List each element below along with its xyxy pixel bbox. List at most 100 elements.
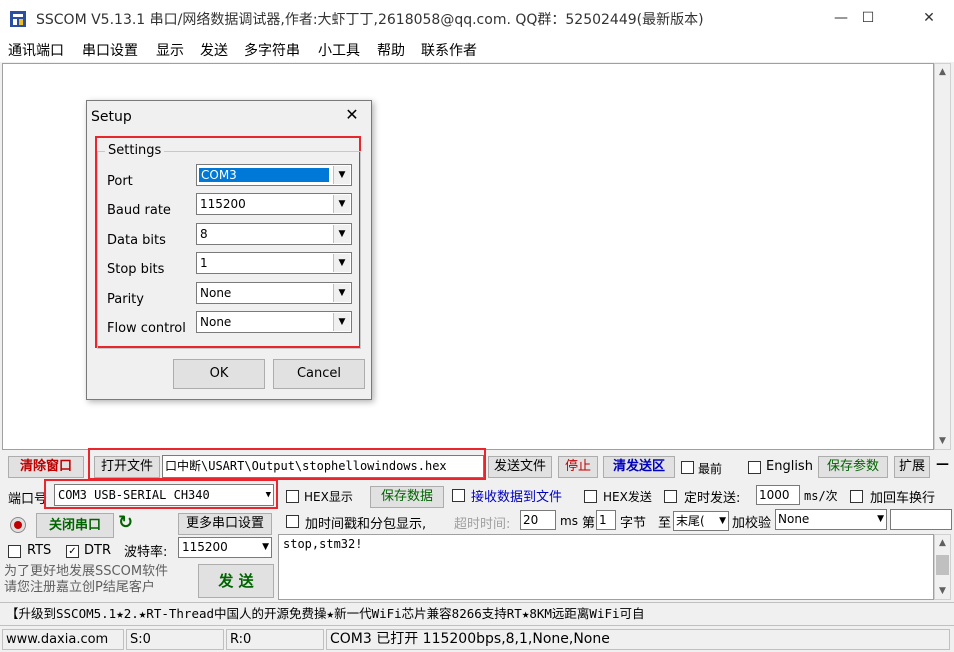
parity-select[interactable]: None ▼ — [196, 282, 352, 304]
baud-value: 115200 — [182, 540, 228, 554]
timed-send-label: 定时发送: — [684, 491, 741, 506]
setup-dialog: Setup ✕ Settings Port COM3 ▼ Baud rate 1… — [86, 100, 372, 400]
port-value: COM3 — [199, 168, 329, 182]
receive-scrollbar[interactable]: ▲ ▼ — [934, 63, 951, 450]
stop-bits-label: Stop bits — [107, 262, 165, 277]
send-text-area[interactable]: stop,stm32! — [278, 534, 934, 600]
menu-display[interactable]: 显示 — [156, 40, 184, 60]
recv-to-file-label: 接收数据到文件 — [471, 490, 563, 505]
scroll-up-icon[interactable]: ▲ — [935, 64, 950, 80]
parity-label: Parity — [107, 292, 144, 307]
send-file-button[interactable]: 发送文件 — [488, 456, 552, 478]
send-scrollbar[interactable]: ▲ ▼ — [934, 534, 951, 600]
topmost-label: 最前 — [698, 462, 723, 476]
scroll-thumb[interactable] — [936, 555, 949, 575]
file-path-input[interactable]: 口中断\USART\Output\stophellowindows.hex — [162, 455, 484, 478]
scroll-down-icon[interactable]: ▼ — [935, 433, 950, 449]
collapse-button[interactable]: — — [936, 457, 949, 472]
menu-contact[interactable]: 联系作者 — [421, 40, 477, 60]
menu-multi-string[interactable]: 多字符串 — [244, 40, 300, 60]
port-number-label: 端口号 — [8, 492, 48, 507]
chevron-down-icon: ▼ — [262, 542, 269, 552]
data-bits-value: 8 — [200, 227, 208, 241]
timestamp-label: 加时间戳和分包显示, — [305, 517, 427, 532]
end-value: 末尾( — [676, 514, 705, 528]
dtr-label: DTR — [84, 543, 111, 558]
window-title: SSCOM V5.13.1 串口/网络数据调试器,作者:大虾丁丁,2618058… — [36, 12, 704, 28]
nth-label: 第 — [582, 516, 596, 531]
timestamp-checkbox[interactable] — [286, 515, 299, 528]
menu-comm-port[interactable]: 通讯端口 — [8, 40, 64, 60]
chevron-down-icon: ▼ — [333, 313, 350, 331]
check-icon: ✓ — [68, 546, 77, 557]
status-bar: www.daxia.com S:0 R:0 COM3 已打开 115200bps… — [0, 627, 954, 652]
save-data-button[interactable]: 保存数据 — [370, 486, 444, 508]
news-ticker[interactable]: 【升级到SSCOM5.1★2.★RT-Thread中国人的开源免费操★新一代Wi… — [0, 602, 954, 626]
menu-send[interactable]: 发送 — [200, 40, 228, 60]
status-url[interactable]: www.daxia.com — [2, 629, 124, 650]
close-port-button[interactable]: 关闭串口 — [36, 513, 114, 538]
cancel-button[interactable]: Cancel — [273, 359, 365, 389]
port-status-icon — [10, 517, 26, 533]
open-file-button[interactable]: 打开文件 — [94, 456, 160, 478]
clear-send-button[interactable]: 清发送区 — [603, 456, 675, 478]
stop-bits-select[interactable]: 1 ▼ — [196, 252, 352, 274]
menu-help[interactable]: 帮助 — [377, 40, 405, 60]
checksum-value: None — [778, 512, 810, 526]
data-bits-label: Data bits — [107, 233, 166, 248]
ok-button[interactable]: OK — [173, 359, 265, 389]
stop-button[interactable]: 停止 — [558, 456, 598, 478]
add-crlf-label: 加回车换行 — [870, 491, 936, 506]
rts-checkbox[interactable] — [8, 545, 21, 558]
baud-rate-select[interactable]: 115200 ▼ — [196, 193, 352, 215]
recv-to-file-checkbox[interactable] — [452, 489, 465, 502]
to-label: 至 — [658, 516, 672, 531]
flow-control-select[interactable]: None ▼ — [196, 311, 352, 333]
chevron-down-icon: ▼ — [333, 284, 350, 302]
hex-display-checkbox[interactable] — [286, 490, 299, 503]
add-crlf-checkbox[interactable] — [850, 490, 863, 503]
hex-display-label: HEX显示 — [304, 490, 353, 504]
dtr-checkbox[interactable]: ✓ — [66, 545, 79, 558]
chevron-down-icon: ▼ — [877, 514, 884, 524]
baud-rate-value: 115200 — [200, 197, 246, 211]
maximize-button[interactable]: ☐ — [845, 0, 891, 36]
hex-send-label: HEX发送 — [603, 490, 652, 504]
interval-input[interactable]: 1000 — [756, 485, 800, 505]
timeout-unit: ms — [560, 514, 578, 528]
rts-label: RTS — [27, 543, 52, 558]
checksum-select[interactable]: None ▼ — [775, 509, 887, 530]
port-number-value: COM3 USB-SERIAL CH340 — [58, 488, 210, 502]
flow-control-label: Flow control — [107, 321, 186, 336]
status-received: R:0 — [226, 629, 324, 650]
baud-select[interactable]: 115200 ▼ — [178, 537, 272, 558]
port-number-select[interactable]: COM3 USB-SERIAL CH340 ▼ — [54, 484, 274, 506]
data-bits-select[interactable]: 8 ▼ — [196, 223, 352, 245]
english-checkbox[interactable] — [748, 461, 761, 474]
flow-control-value: None — [200, 315, 232, 329]
expand-button[interactable]: 扩展 — [894, 456, 930, 478]
timed-send-checkbox[interactable] — [664, 490, 677, 503]
menu-tools[interactable]: 小工具 — [318, 40, 360, 60]
clear-window-button[interactable]: 清除窗口 — [8, 456, 84, 478]
group-label: Settings — [105, 143, 165, 158]
app-icon — [10, 11, 26, 27]
close-button[interactable]: ✕ — [906, 0, 952, 36]
topmost-checkbox[interactable] — [681, 461, 694, 474]
refresh-icon[interactable]: ↻ — [118, 512, 133, 533]
end-select[interactable]: 末尾( ▼ — [673, 511, 729, 531]
checksum-output — [890, 509, 952, 530]
hex-send-checkbox[interactable] — [584, 490, 597, 503]
timeout-input[interactable]: 20 — [520, 510, 556, 530]
byte-index-input[interactable]: 1 — [596, 510, 616, 530]
port-label: Port — [107, 174, 133, 189]
scroll-down-icon[interactable]: ▼ — [935, 583, 950, 599]
send-button[interactable]: 发 送 — [198, 564, 274, 598]
save-params-button[interactable]: 保存参数 — [818, 456, 888, 478]
more-settings-button[interactable]: 更多串口设置 — [178, 513, 272, 535]
chevron-down-icon: ▼ — [333, 166, 350, 184]
dialog-close-icon[interactable]: ✕ — [342, 105, 362, 125]
menu-serial-settings[interactable]: 串口设置 — [82, 40, 138, 60]
port-select[interactable]: COM3 ▼ — [196, 164, 352, 186]
scroll-up-icon[interactable]: ▲ — [935, 535, 950, 551]
